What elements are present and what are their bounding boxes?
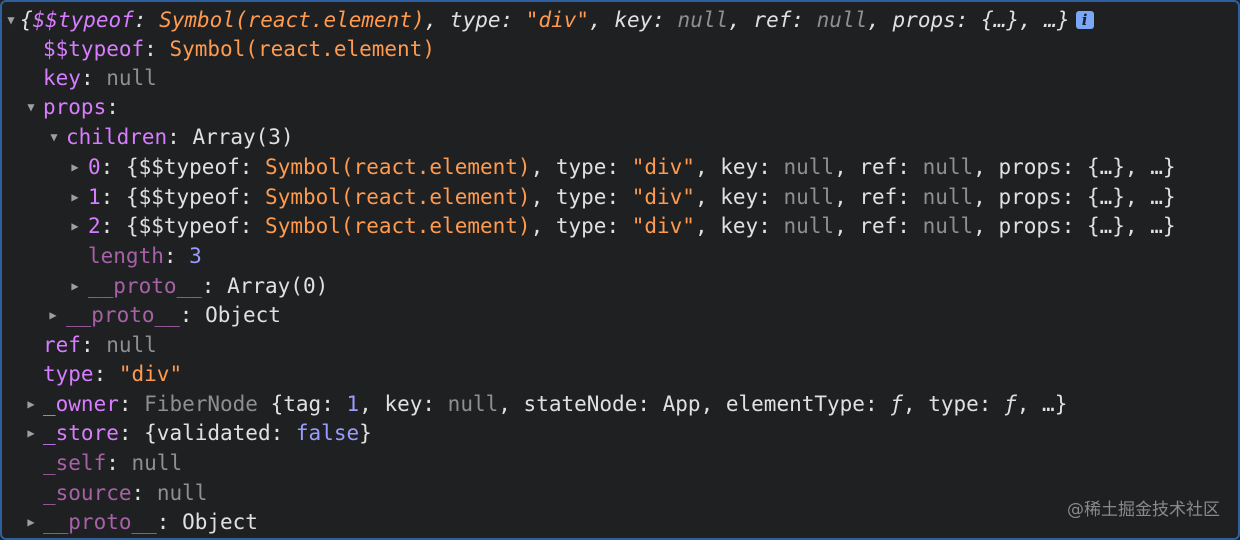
child-item-row-2[interactable]: ▶ 2: {$$typeof: Symbol(react.element), t… <box>2 212 1238 241</box>
prop-value: Object <box>182 510 258 534</box>
chevron-right-icon[interactable]: ▶ <box>46 301 60 330</box>
prop-value: Object <box>205 303 281 327</box>
console-object-inspector: ▼ {$$typeof: Symbol(react.element), type… <box>0 0 1240 540</box>
prop-key: $$typeof <box>43 37 145 61</box>
prop-key: __proto__ <box>88 274 202 298</box>
prop-row-root-proto[interactable]: ▶ __proto__: Object <box>2 508 1238 537</box>
prop-value: Array(0) <box>227 274 329 298</box>
prop-key: _self <box>43 451 107 475</box>
chevron-down-icon[interactable]: ▼ <box>24 93 38 122</box>
prop-value: Symbol(react.element) <box>169 37 435 61</box>
prop-key: type <box>43 362 94 386</box>
prop-row-children[interactable]: ▼ children: Array(3) <box>2 123 1238 152</box>
prop-value: Array(3) <box>192 125 294 149</box>
prop-value: null <box>131 451 183 475</box>
prop-key: children <box>66 125 168 149</box>
prop-row-props-proto[interactable]: ▶ __proto__: Object <box>2 301 1238 330</box>
chevron-right-icon[interactable]: ▶ <box>24 419 38 448</box>
prop-value: "div" <box>118 362 183 386</box>
prop-key: ref <box>43 333 81 357</box>
prop-row-key: key: null <box>43 66 157 90</box>
child-item-row-1[interactable]: ▶ 1: {$$typeof: Symbol(react.element), t… <box>2 183 1238 212</box>
prop-row-self: _self: null <box>43 451 183 475</box>
prop-key: props <box>43 95 107 119</box>
prop-row-length: length: 3 <box>88 244 202 268</box>
chevron-right-icon[interactable]: ▶ <box>68 153 82 182</box>
chevron-right-icon[interactable]: ▶ <box>68 183 82 212</box>
prop-key: _source <box>43 481 132 505</box>
chevron-right-icon[interactable]: ▶ <box>24 390 38 419</box>
prop-row-children-proto[interactable]: ▶ __proto__: Array(0) <box>2 272 1238 301</box>
prop-value: null <box>106 333 157 357</box>
prop-row-owner[interactable]: ▶ _owner: FiberNode {tag: 1, key: null, … <box>2 390 1238 419</box>
chevron-down-icon[interactable]: ▼ <box>47 123 61 152</box>
child-item-row-0[interactable]: ▶ 0: {$$typeof: Symbol(react.element), t… <box>2 153 1238 182</box>
prop-row-ref: ref: null <box>43 333 157 357</box>
prop-key: __proto__ <box>66 303 180 327</box>
chevron-down-icon[interactable]: ▼ <box>4 6 18 35</box>
prop-row-source: _source: null <box>43 481 208 505</box>
prop-value: null <box>156 481 208 505</box>
prop-row-typeof: $$typeof: Symbol(react.element) <box>43 37 435 61</box>
root-summary-row[interactable]: ▼ {$$typeof: Symbol(react.element), type… <box>2 6 1238 35</box>
info-icon[interactable]: i <box>1075 11 1094 29</box>
prop-row-props[interactable]: ▼ props: <box>2 93 1238 122</box>
prop-key: _owner <box>43 392 119 416</box>
prop-key: _store <box>43 421 119 445</box>
chevron-right-icon[interactable]: ▶ <box>68 212 82 241</box>
prop-key: key <box>43 66 81 90</box>
chevron-right-icon[interactable]: ▶ <box>24 508 38 537</box>
chevron-right-icon[interactable]: ▶ <box>68 272 82 301</box>
prop-key: __proto__ <box>43 510 157 534</box>
prop-value: null <box>106 66 157 90</box>
prop-row-store[interactable]: ▶ _store: {validated: false} <box>2 419 1238 448</box>
root-summary[interactable]: {$$typeof: Symbol(react.element), type: … <box>20 6 1094 35</box>
watermark: @稀土掘金技术社区 <box>1067 500 1220 520</box>
prop-key: length <box>88 244 164 268</box>
prop-row-type: type: "div" <box>43 362 183 386</box>
prop-value: 3 <box>189 244 202 268</box>
